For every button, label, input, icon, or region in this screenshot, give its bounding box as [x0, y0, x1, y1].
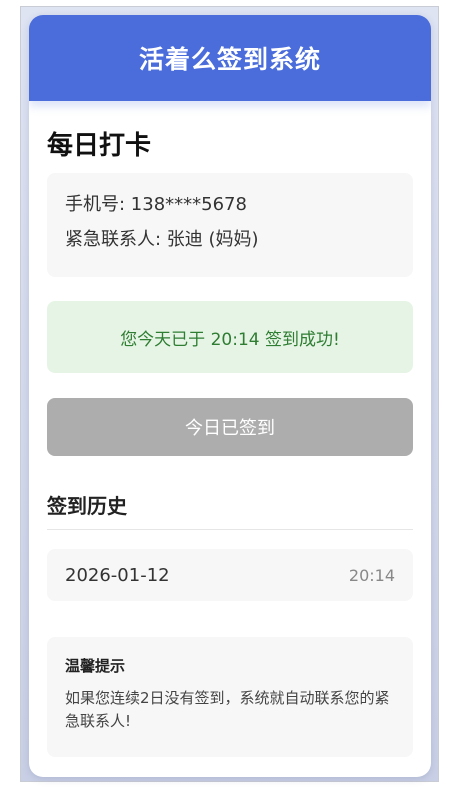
history-title: 签到历史: [47, 490, 413, 530]
app-header: 活着么签到系统: [29, 15, 431, 101]
tip-box: 温馨提示 如果您连续2日没有签到，系统就自动联系您的紧急联系人!: [47, 637, 413, 757]
tip-title: 温馨提示: [65, 657, 126, 675]
main-content: 每日打卡 手机号: 138****5678 紧急联系人: 张迪 (妈妈) 您今天…: [29, 129, 431, 757]
checkin-status-message: 您今天已于 20:14 签到成功!: [47, 301, 413, 373]
history-time: 20:14: [348, 565, 395, 585]
checkin-button[interactable]: 今日已签到: [47, 398, 413, 456]
user-info-box: 手机号: 138****5678 紧急联系人: 张迪 (妈妈): [47, 173, 413, 277]
tip-text: 如果您连续2日没有签到，系统就自动联系您的紧急联系人!: [65, 689, 390, 730]
phone-number: 手机号: 138****5678: [65, 194, 247, 215]
app-title: 活着么签到系统: [138, 45, 321, 74]
history-date: 2026-01-12: [65, 564, 170, 586]
emergency-contact: 紧急联系人: 张迪 (妈妈): [65, 229, 259, 250]
app-card: 活着么签到系统 每日打卡 手机号: 138****5678 紧急联系人: 张迪 …: [29, 15, 431, 777]
status-message-text: 您今天已于 20:14 签到成功!: [120, 329, 340, 350]
daily-checkin-title: 每日打卡: [47, 131, 152, 161]
history-list-item: 2026-01-12 20:14: [47, 549, 413, 601]
checkin-button-label: 今日已签到: [185, 418, 275, 439]
